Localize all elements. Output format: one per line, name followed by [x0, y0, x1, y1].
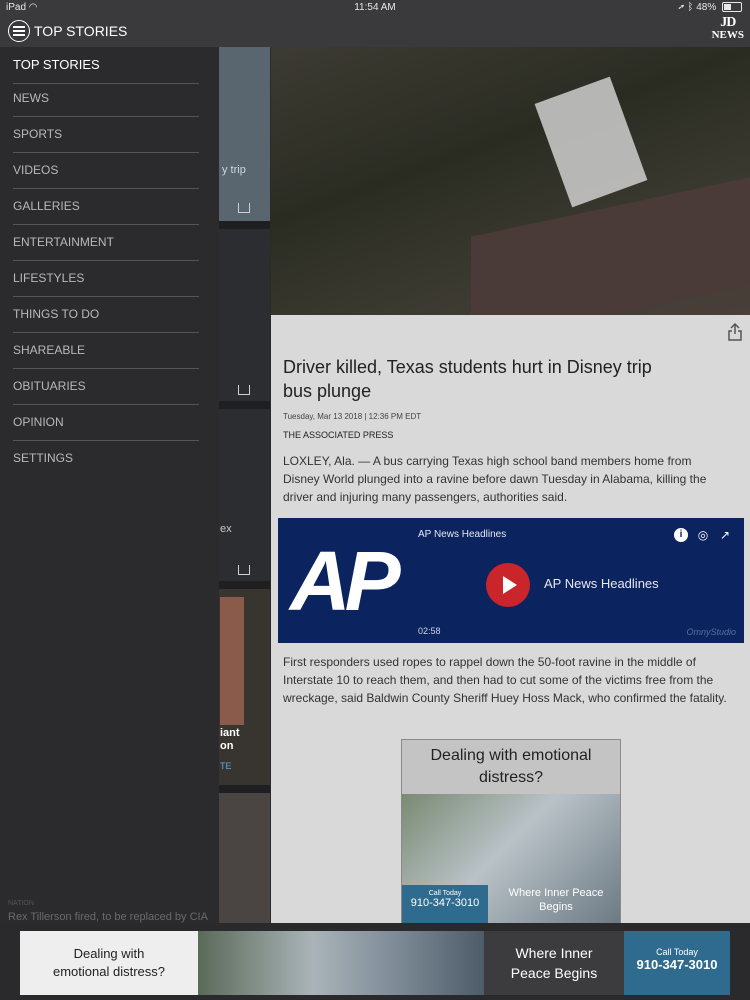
share-icon[interactable] [238, 203, 250, 213]
article-hero-image [271, 47, 750, 315]
clock: 11:54 AM [354, 2, 396, 13]
article-headline: Driver killed, Texas students hurt in Di… [283, 357, 652, 401]
bluetooth-icon: ᛒ [687, 2, 694, 13]
menu-item-settings[interactable]: SETTINGS [13, 440, 199, 476]
story-thumbnail [220, 597, 244, 725]
share-icon[interactable] [728, 323, 742, 341]
menu-item-things-to-do[interactable]: THINGS TO DO [13, 296, 199, 333]
menu-item-galleries[interactable]: GALLERIES [13, 188, 199, 225]
article-date: Tuesday, Mar 13 2018 | 12:36 PM EDT [283, 412, 422, 421]
banner-ad-call-box[interactable]: Call Today 910-347-3010 [624, 931, 730, 995]
banner-ad-headline: Dealing with emotional distress? [20, 931, 198, 995]
jd-news-logo: JD NEWS [711, 15, 744, 42]
menu-item-sports[interactable]: SPORTS [13, 116, 199, 153]
player-title: AP News Headlines [418, 529, 507, 540]
ad-headline: Dealing with emotional distress? [430, 747, 592, 786]
menu-item-news[interactable]: NEWS [13, 80, 199, 117]
player-duration: 02:58 [418, 626, 441, 636]
podcast-icon[interactable]: ◎ [696, 528, 710, 542]
play-button[interactable] [486, 563, 530, 607]
ad-tagline: Where Inner Peace Begins [508, 887, 604, 913]
inline-ad[interactable]: Dealing with emotional distress? Call To… [401, 739, 621, 923]
menu-item-top-stories[interactable]: TOP STORIES [13, 47, 199, 84]
ad-call-box[interactable]: Call Today 910-347-3010 [402, 885, 488, 923]
location-icon: ➚ [678, 2, 685, 13]
menu-item-obituaries[interactable]: OBITUARIES [13, 368, 199, 405]
share-icon[interactable] [238, 565, 250, 575]
audio-player[interactable]: AP AP News Headlines AP News Headlines 0… [278, 518, 744, 643]
header-title: TOP STORIES [34, 23, 128, 39]
share-icon[interactable] [238, 385, 250, 395]
app-header: TOP STORIES JD NEWS [0, 16, 750, 47]
article-body: Driver killed, Texas students hurt in Di… [271, 315, 750, 923]
bus-wreck-shape [534, 76, 648, 208]
menu-item-videos[interactable]: VIDEOS [13, 152, 199, 189]
banner-ad-content[interactable]: Dealing with emotional distress? Where I… [20, 931, 730, 995]
banner-ad[interactable]: Dealing with emotional distress? Where I… [0, 923, 750, 1000]
menu-item-shareable[interactable]: SHAREABLE [13, 332, 199, 369]
battery-percent: 48% [696, 2, 717, 13]
rail-bed-shape [471, 177, 750, 315]
omny-brand: OmnyStudio [686, 627, 736, 637]
info-icon[interactable]: i [674, 528, 688, 542]
faded-section-label: NATION [8, 900, 34, 907]
battery-indicator: ➚ ᛒ 48% [679, 0, 742, 16]
article-paragraph: LOXLEY, Ala. — A bus carrying Texas high… [283, 454, 707, 504]
banner-ad-photo [198, 931, 484, 995]
player-episode-name: AP News Headlines [544, 576, 659, 591]
side-navigation-menu: TOP STORIES NEWS SPORTS VIDEOS GALLERIES… [0, 47, 219, 935]
menu-item-opinion[interactable]: OPINION [13, 404, 199, 441]
article-paragraph: First responders used ropes to rappel do… [283, 655, 727, 705]
banner-ad-tagline: Where Inner Peace Begins [484, 931, 624, 995]
status-bar: iPad ◠ 11:54 AM ➚ ᛒ 48% [0, 0, 750, 16]
article-source: THE ASSOCIATED PRESS [283, 430, 394, 440]
ap-logo: AP [290, 534, 401, 628]
external-link-icon[interactable]: ↗ [718, 528, 732, 542]
battery-icon [722, 2, 742, 13]
menu-item-lifestyles[interactable]: LIFESTYLES [13, 260, 199, 297]
menu-item-entertainment[interactable]: ENTERTAINMENT [13, 224, 199, 261]
hamburger-menu-icon[interactable] [8, 20, 30, 42]
